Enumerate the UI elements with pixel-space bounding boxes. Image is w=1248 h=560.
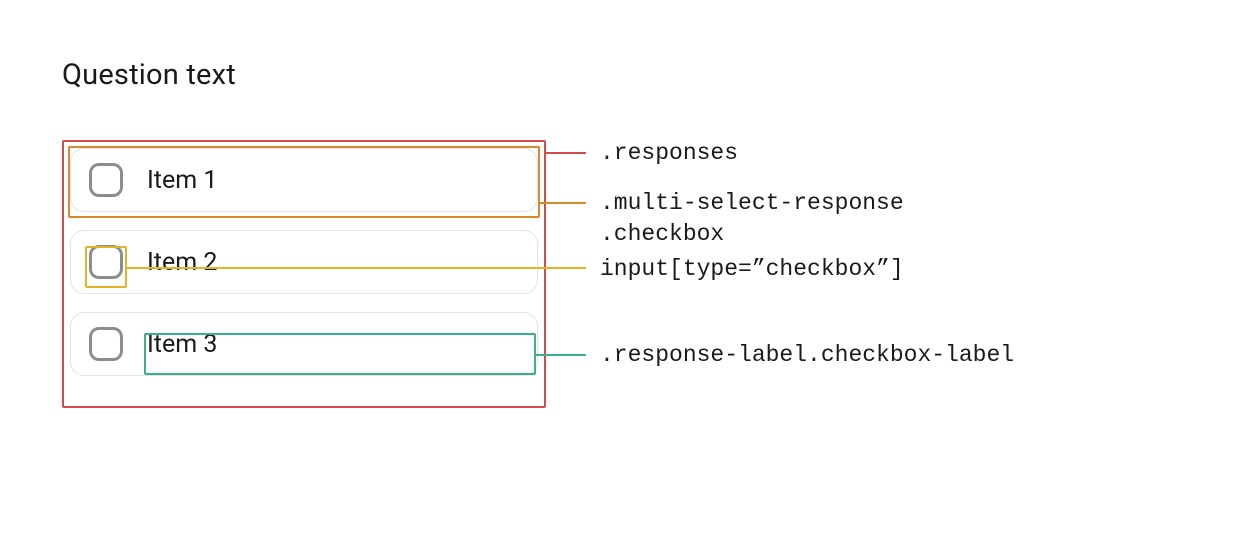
annotation-checkbox: input[type=”checkbox”] [600, 254, 904, 285]
response-label: Item 2 [147, 248, 519, 277]
annotated-area: Item 1 Item 2 Item 3 .responses .multi-s… [62, 140, 1248, 384]
response-label: Item 3 [147, 330, 519, 359]
multi-select-response[interactable]: Item 2 [70, 230, 538, 294]
multi-select-response[interactable]: Item 1 [70, 148, 538, 212]
responses-container: Item 1 Item 2 Item 3 [62, 140, 546, 384]
annotation-row: .multi-select-response .checkbox [600, 188, 904, 250]
checkbox-input[interactable] [89, 163, 123, 197]
card-container: Question text Item 1 Item 2 Item 3 [0, 0, 1248, 560]
connector-responses [546, 152, 586, 154]
checkbox-input[interactable] [89, 245, 123, 279]
connector-row [540, 202, 586, 204]
response-label: Item 1 [147, 166, 519, 195]
annotation-label: .response-label.checkbox-label [600, 340, 1014, 371]
checkbox-input[interactable] [89, 327, 123, 361]
annotation-responses: .responses [600, 138, 738, 169]
question-title: Question text [62, 58, 1248, 92]
multi-select-response[interactable]: Item 3 [70, 312, 538, 376]
